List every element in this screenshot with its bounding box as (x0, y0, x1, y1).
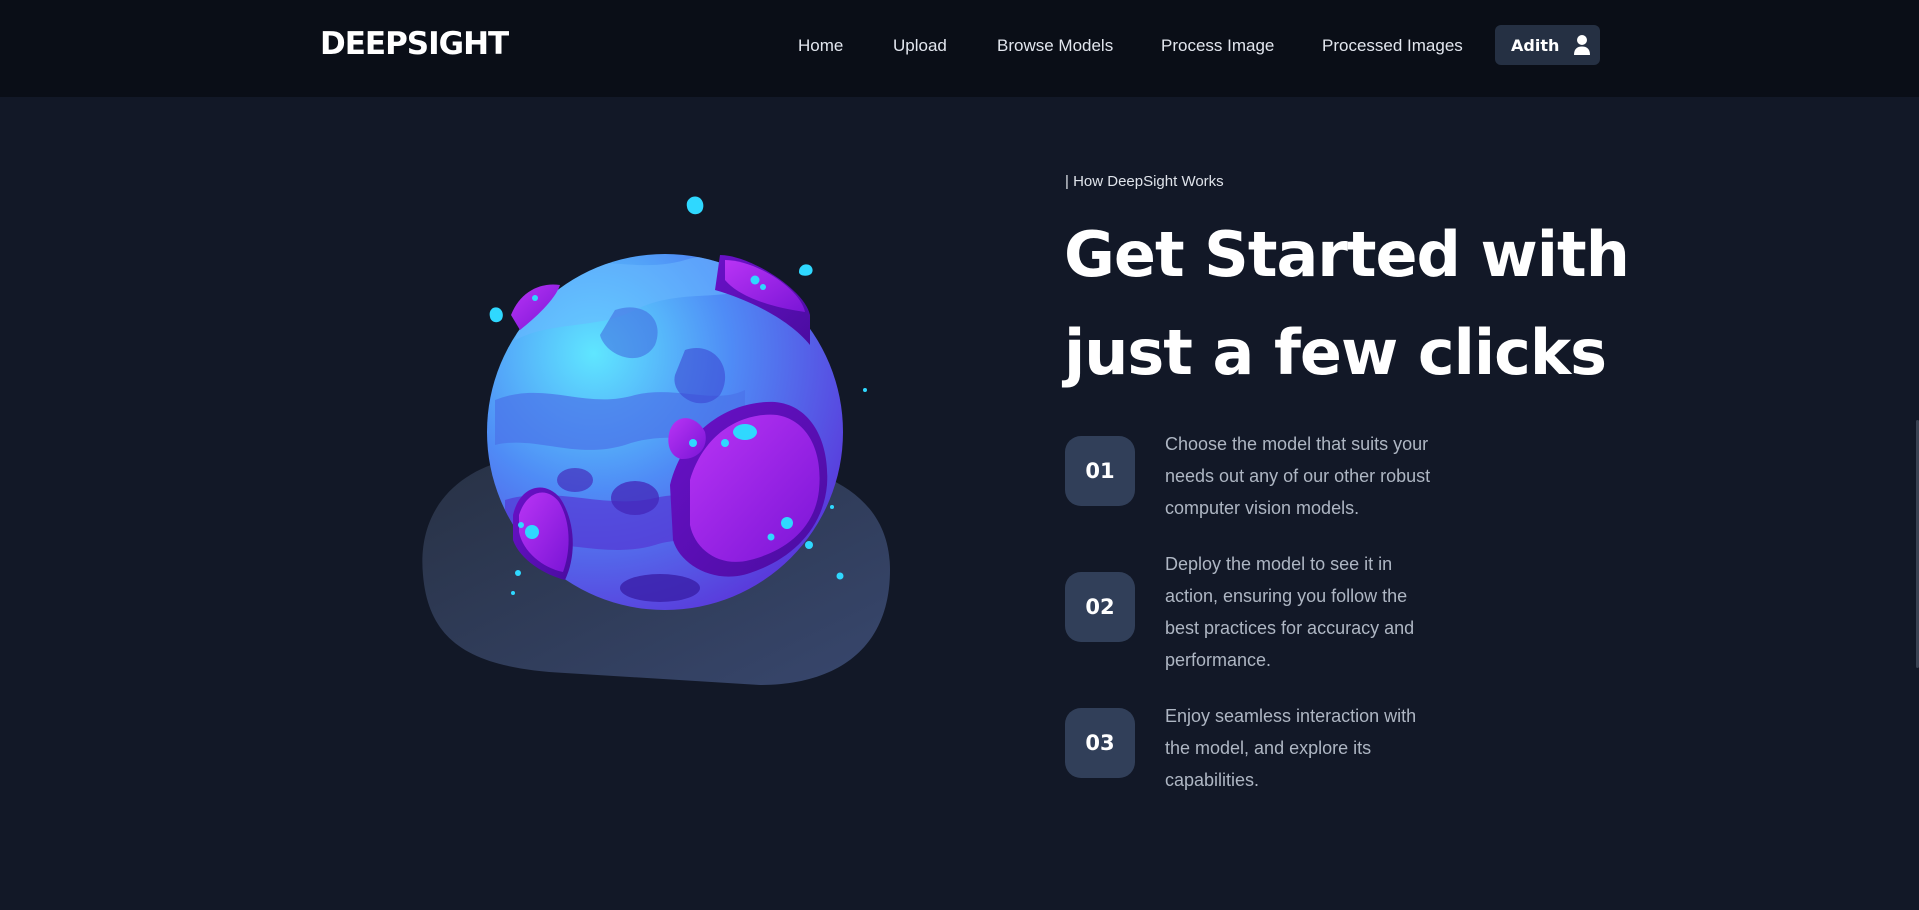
page-title: Get Started with just a few clicks (1064, 206, 1630, 402)
page-title-line-1: Get Started with (1064, 218, 1630, 291)
nav-link-processed-images[interactable]: Processed Images (1322, 36, 1463, 56)
user-icon (1574, 35, 1591, 55)
planet-illustration (415, 180, 905, 700)
nav-links: Home Upload Browse Models Process Image … (0, 36, 1919, 58)
step-item: 01 Choose the model that suits your need… (1065, 434, 1445, 540)
step-description: Choose the model that suits your needs o… (1165, 434, 1431, 518)
page-title-line-2: just a few clicks (1064, 316, 1607, 389)
user-name: Adith (1511, 35, 1560, 55)
step-number-badge: 01 (1065, 436, 1135, 506)
step-item: 02 Deploy the model to see it in action,… (1065, 554, 1445, 708)
nav-link-process-image[interactable]: Process Image (1161, 36, 1274, 56)
user-account-button[interactable]: Adith (1495, 25, 1600, 65)
step-number-badge: 03 (1065, 708, 1135, 778)
nav-link-upload[interactable]: Upload (893, 36, 947, 56)
nav-link-home[interactable]: Home (798, 36, 843, 56)
section-eyebrow: | How DeepSight Works (1065, 173, 1224, 190)
step-number-badge: 02 (1065, 572, 1135, 642)
step-description: Enjoy seamless interaction with the mode… (1165, 706, 1417, 790)
nav-link-browse-models[interactable]: Browse Models (997, 36, 1113, 56)
top-navbar: DEEPSIGHT Home Upload Browse Models Proc… (0, 0, 1919, 97)
step-item: 03 Enjoy seamless interaction with the m… (1065, 706, 1445, 812)
step-description: Deploy the model to see it in action, en… (1165, 554, 1415, 670)
